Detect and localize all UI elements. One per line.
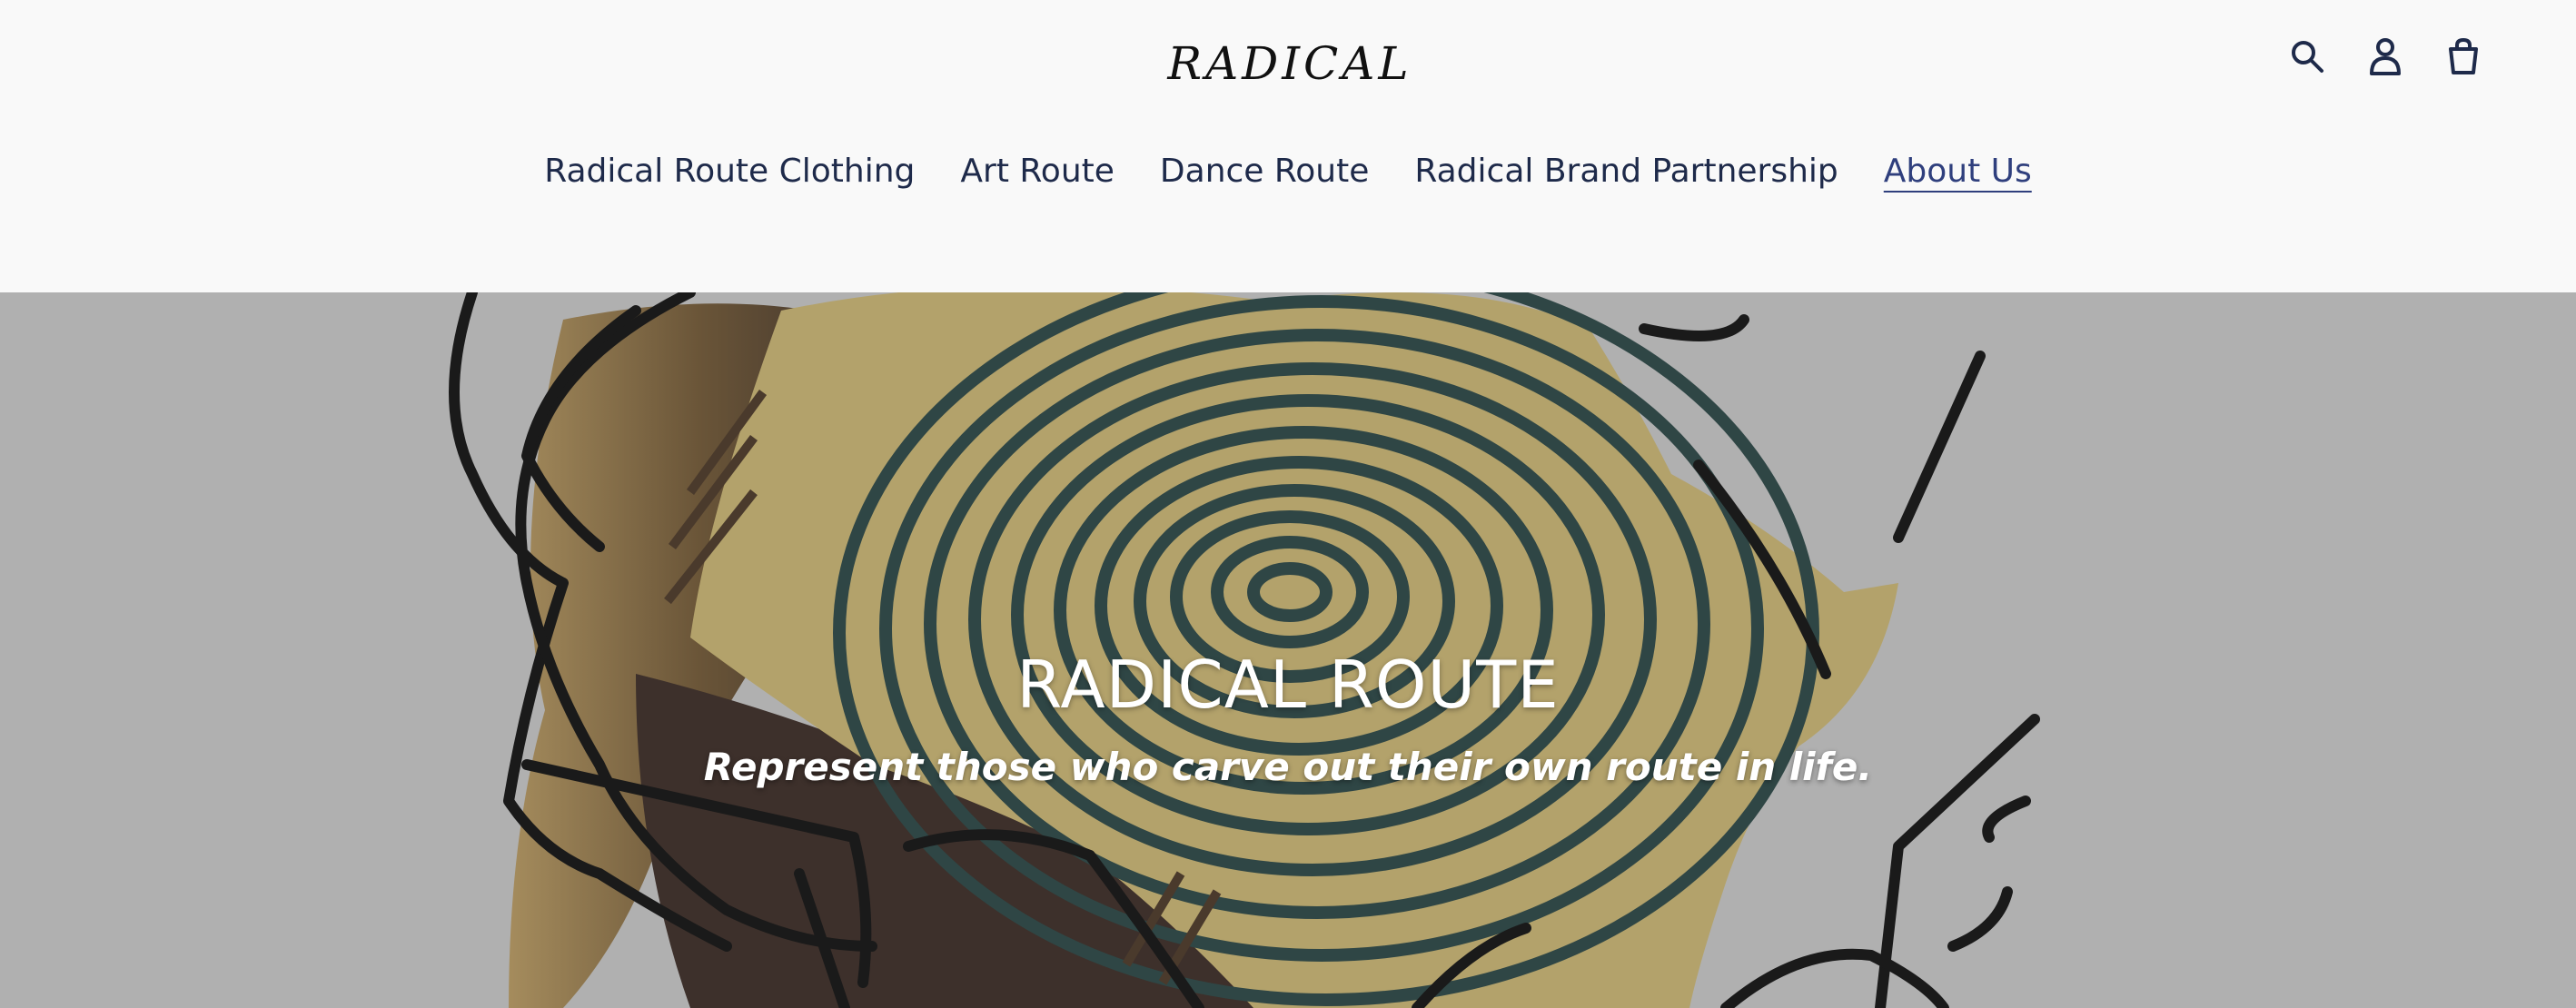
hero-subtitle: Represent those who carve out their own … [703, 745, 1873, 789]
nav-link-radical-route-clothing[interactable]: Radical Route Clothing [544, 153, 915, 190]
main-navigation: Radical Route Clothing Art Route Dance R… [0, 153, 2576, 190]
account-icon[interactable] [2363, 35, 2407, 78]
nav-link-art-route[interactable]: Art Route [960, 153, 1115, 190]
hero-title: RADICAL ROUTE [1016, 647, 1560, 723]
search-icon[interactable] [2285, 35, 2329, 78]
cart-icon[interactable] [2442, 35, 2485, 78]
logo-text: RADICAL [1167, 37, 1412, 90]
site-header: RADICAL Radical Route Clothing Art Route… [0, 0, 2576, 292]
nav-link-radical-brand-partnership[interactable]: Radical Brand Partnership [1414, 153, 1838, 190]
site-logo[interactable]: RADICAL [1167, 29, 1408, 98]
nav-link-dance-route[interactable]: Dance Route [1160, 153, 1369, 190]
header-actions [2285, 35, 2485, 78]
nav-link-about-us[interactable]: About Us [1884, 153, 2032, 190]
hero-banner: RADICAL ROUTE Represent those who carve … [0, 292, 2576, 1008]
